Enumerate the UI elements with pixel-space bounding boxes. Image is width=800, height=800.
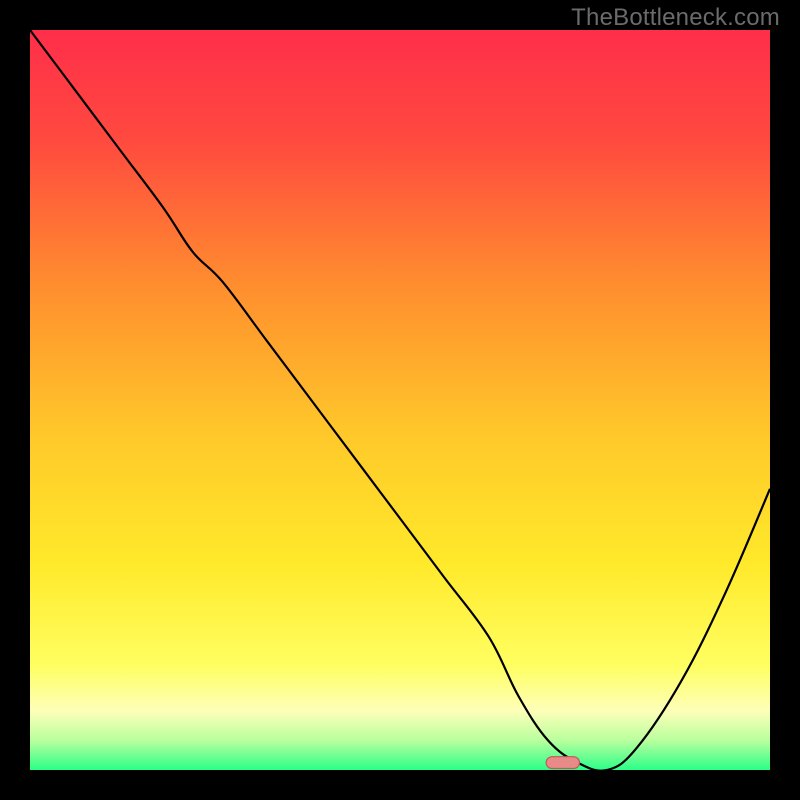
plot-background-gradient: [30, 30, 770, 770]
optimal-point-marker: [546, 757, 579, 769]
chart-frame: TheBottleneck.com: [0, 0, 800, 800]
bottleneck-chart: [0, 0, 800, 800]
watermark-text: TheBottleneck.com: [571, 4, 780, 32]
